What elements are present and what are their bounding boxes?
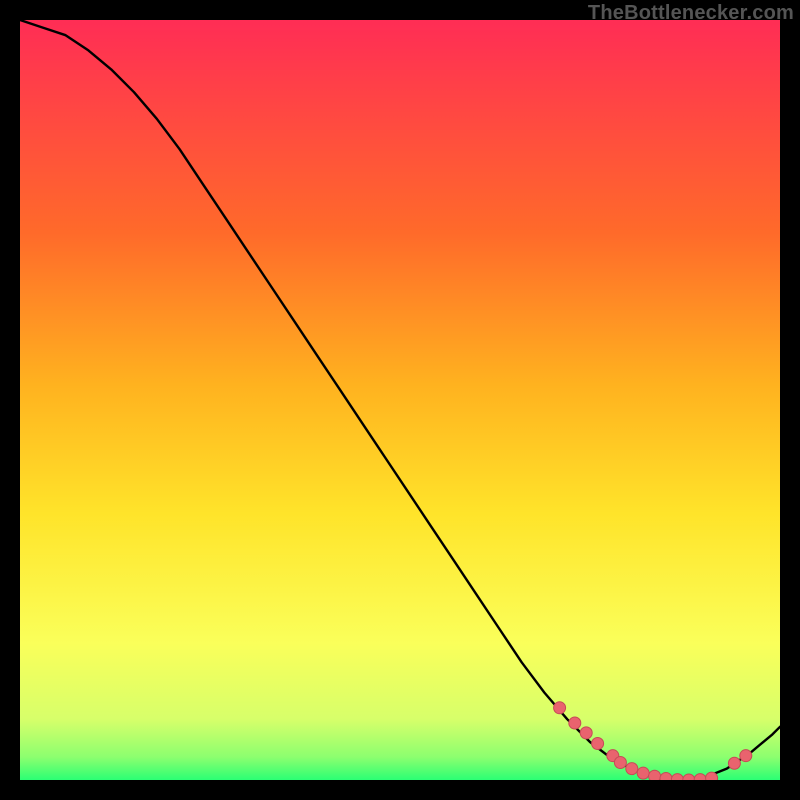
curve-marker-dot: [706, 772, 718, 780]
curve-marker-dot: [614, 757, 626, 769]
curve-marker-dot: [569, 717, 581, 729]
curve-marker-dot: [740, 750, 752, 762]
curve-overlay: [20, 20, 780, 780]
curve-marker-dot: [728, 757, 740, 769]
curve-marker-dot: [649, 770, 661, 780]
curve-marker-dot: [580, 727, 592, 739]
curve-marker-dot: [660, 772, 672, 780]
bottleneck-curve-line: [20, 20, 780, 780]
curve-marker-dot: [694, 774, 706, 780]
curve-marker-dot: [626, 763, 638, 775]
curve-marker-dot: [592, 738, 604, 750]
curve-markers: [554, 702, 752, 780]
curve-marker-dot: [671, 774, 683, 780]
plot-area: [20, 20, 780, 780]
curve-marker-dot: [637, 767, 649, 779]
attribution-label: TheBottlenecker.com: [588, 2, 794, 25]
chart-stage: TheBottlenecker.com: [0, 0, 800, 800]
curve-marker-dot: [683, 774, 695, 780]
curve-marker-dot: [554, 702, 566, 714]
